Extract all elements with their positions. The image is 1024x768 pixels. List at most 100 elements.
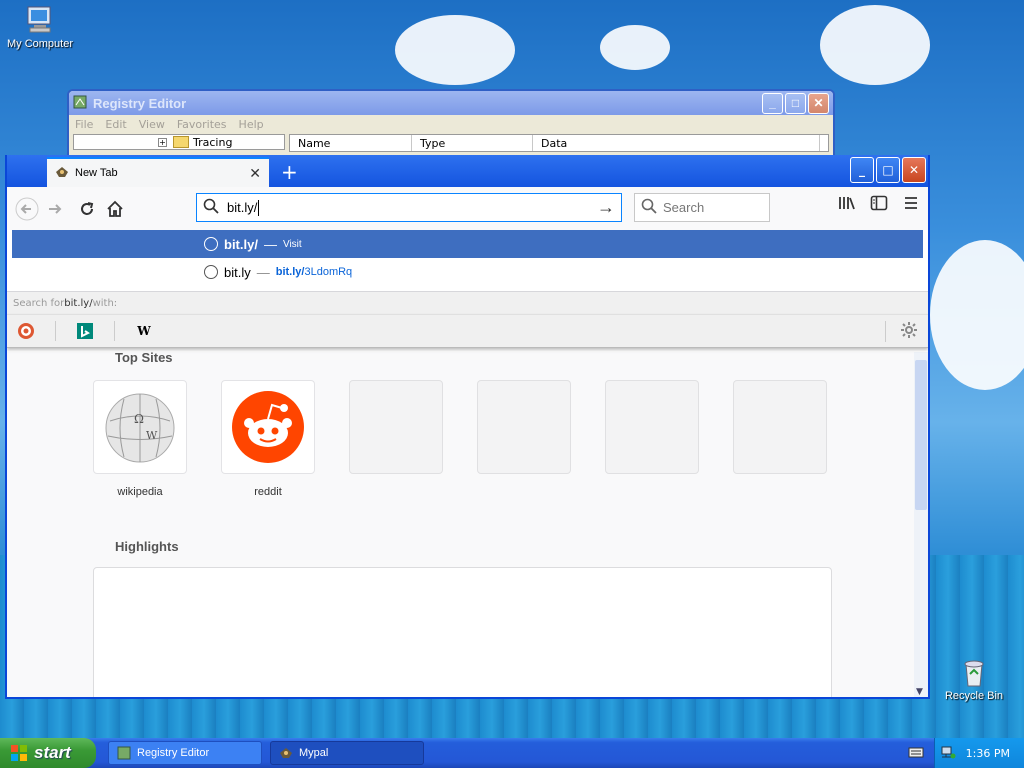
close-button[interactable]: ✕ <box>902 157 926 183</box>
navigation-toolbar: bit.ly/ → Search <box>7 187 928 231</box>
home-button[interactable] <box>101 195 129 223</box>
back-arrow-icon <box>15 197 39 220</box>
registry-title-bar[interactable]: Registry Editor _ □ ✕ <box>69 91 833 115</box>
home-icon <box>107 200 123 217</box>
column-name[interactable]: Name <box>290 135 412 151</box>
menu-edit[interactable]: Edit <box>105 118 126 131</box>
highlights-panel <box>93 567 832 697</box>
recycle-bin-icon <box>958 656 990 688</box>
registry-app-icon <box>117 746 131 760</box>
menu-help[interactable]: Help <box>239 118 264 131</box>
search-settings-gear-icon[interactable] <box>885 320 918 342</box>
tab-bar: New Tab ✕ + _ □ ✕ <box>7 155 928 187</box>
maximize-button[interactable]: □ <box>785 92 806 114</box>
my-computer-label: My Computer <box>6 38 74 50</box>
folder-icon <box>173 136 189 148</box>
clock[interactable]: 1:36 PM <box>966 747 1010 760</box>
reload-icon <box>81 201 94 215</box>
scrollbar-thumb[interactable] <box>915 360 927 510</box>
globe-icon <box>204 265 218 279</box>
task-label: Mypal <box>299 747 329 759</box>
top-site-label-reddit: reddit <box>254 486 282 498</box>
menu-view[interactable]: View <box>139 118 165 131</box>
search-placeholder: Search <box>663 200 705 215</box>
column-type[interactable]: Type <box>412 135 533 151</box>
search-with-label: Search for bit.ly/ with: <box>7 291 928 314</box>
sidebar-icon[interactable] <box>870 195 888 215</box>
system-tray: 1:36 PM <box>934 738 1024 768</box>
search-bar[interactable]: Search <box>634 193 770 222</box>
keyboard-icon[interactable] <box>908 746 924 761</box>
search-icon <box>203 198 219 217</box>
duckduckgo-icon[interactable] <box>17 322 35 340</box>
back-button[interactable] <box>13 195 41 223</box>
reload-button[interactable] <box>73 195 101 223</box>
suggestion-visit[interactable]: bit.ly/ — Visit <box>12 230 923 258</box>
top-site-empty-slot[interactable] <box>733 380 827 474</box>
start-label: start <box>34 743 71 762</box>
maximize-button[interactable]: □ <box>876 157 900 183</box>
browser-window[interactable]: New Tab ✕ + _ □ ✕ bit.ly/ → Search Top S… <box>5 155 930 699</box>
recycle-bin-desktop-icon[interactable]: Recycle Bin <box>934 656 1014 702</box>
url-bar[interactable]: bit.ly/ → <box>196 193 622 222</box>
tab-new-tab[interactable]: New Tab ✕ <box>47 157 269 187</box>
my-computer-desktop-icon[interactable]: My Computer <box>0 4 80 50</box>
url-input[interactable]: bit.ly/ <box>227 200 257 215</box>
suggestion-text: bit.ly/ <box>224 236 258 252</box>
url-autocomplete-popup: bit.ly/ — Visit bit.ly — bit.ly/3LdomRq … <box>7 230 928 348</box>
top-site-empty-slot[interactable] <box>349 380 443 474</box>
network-icon[interactable] <box>940 745 956 762</box>
suggestion-url-bold: bit.ly/ <box>275 266 305 278</box>
reddit-alien-icon <box>232 391 304 463</box>
registry-editor-window[interactable]: Registry Editor _ □ ✕ File Edit View Fav… <box>67 89 835 163</box>
go-arrow-icon[interactable]: → <box>597 197 615 218</box>
library-icon[interactable] <box>838 195 856 215</box>
taskbar: start Registry Editor Mypal 1:36 PM <box>0 738 1024 768</box>
windows-logo-icon <box>11 745 27 761</box>
taskbar-item-mypal[interactable]: Mypal <box>270 741 424 765</box>
divider <box>55 321 56 341</box>
top-site-wikipedia[interactable]: Ω W <box>93 380 187 474</box>
cloud <box>395 15 515 85</box>
cloud <box>820 5 930 85</box>
registry-title: Registry Editor <box>93 95 187 111</box>
search-with-suffix: with: <box>92 297 118 309</box>
top-site-empty-slot[interactable] <box>605 380 699 474</box>
svg-text:W: W <box>146 429 158 442</box>
forward-arrow-icon <box>49 203 62 214</box>
start-button[interactable]: start <box>0 738 96 768</box>
tree-item-tracing[interactable]: Tracing <box>193 136 232 149</box>
task-label: Registry Editor <box>137 747 210 759</box>
taskbar-item-registry-editor[interactable]: Registry Editor <box>108 741 262 765</box>
scroll-down-arrow-icon[interactable]: ▼ <box>916 687 923 697</box>
menu-favorites[interactable]: Favorites <box>177 118 227 131</box>
search-with-term: bit.ly/ <box>64 297 93 309</box>
tab-close-icon[interactable]: ✕ <box>249 165 261 182</box>
cloud <box>930 240 1024 390</box>
suggestion-history[interactable]: bit.ly — bit.ly/3LdomRq <box>12 258 923 286</box>
bing-icon[interactable] <box>76 322 94 340</box>
vertical-scrollbar[interactable]: ▼ <box>914 352 928 697</box>
close-button[interactable]: ✕ <box>808 92 829 114</box>
minimize-button[interactable]: _ <box>762 92 783 114</box>
highlights-title: Highlights <box>115 539 179 554</box>
column-data[interactable]: Data <box>533 135 820 151</box>
registry-menu-bar: File Edit View Favorites Help <box>69 115 833 134</box>
computer-icon <box>24 4 56 36</box>
top-sites-title: Top Sites <box>115 350 173 365</box>
forward-button[interactable] <box>41 195 69 223</box>
registry-tree-pane[interactable]: + Tracing <box>73 134 285 150</box>
expand-icon[interactable]: + <box>158 137 167 147</box>
top-site-reddit[interactable] <box>221 380 315 474</box>
globe-icon <box>204 237 218 251</box>
top-site-empty-slot[interactable] <box>477 380 571 474</box>
one-off-search-engines: W <box>7 314 928 348</box>
wikipedia-icon[interactable]: W <box>135 322 153 340</box>
hamburger-menu-icon[interactable] <box>902 195 920 215</box>
top-site-label-wikipedia: wikipedia <box>117 486 163 498</box>
new-tab-button[interactable]: + <box>281 160 298 184</box>
suggestion-url-rest: 3LdomRq <box>304 266 353 278</box>
registry-list-header: Name Type Data <box>289 134 829 152</box>
menu-file[interactable]: File <box>75 118 93 131</box>
minimize-button[interactable]: _ <box>850 157 874 183</box>
